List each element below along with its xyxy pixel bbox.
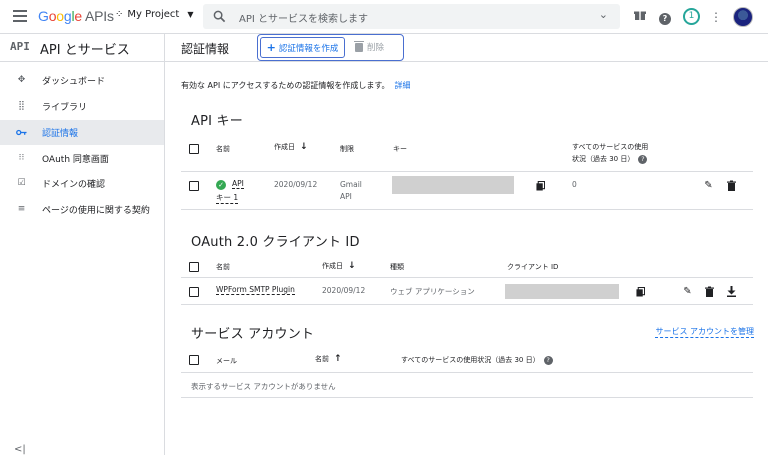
row-checkbox[interactable]	[189, 181, 199, 191]
edit-icon[interactable]: ✎	[682, 286, 693, 297]
table-row: ✓ API キー 1 2020/09/12 Gmail API 0 ✎	[181, 172, 753, 210]
more-vert-icon[interactable]: ⋮	[708, 9, 724, 25]
menu-icon[interactable]	[13, 10, 27, 22]
project-icon: ⁘	[115, 9, 124, 20]
help-icon[interactable]: ?	[543, 356, 553, 365]
manage-service-accounts-link[interactable]: サービス アカウントを管理	[655, 326, 754, 338]
service-accounts-title: サービス アカウント	[191, 327, 315, 342]
main-content: 認証情報 + 認証情報を作成 削除 有効な API にアクセスするための認証情報…	[165, 34, 768, 455]
dashboard-icon: ✥	[17, 75, 26, 85]
copy-icon[interactable]	[536, 181, 545, 191]
key-icon	[16, 127, 27, 138]
select-all-checkbox[interactable]	[189, 262, 199, 272]
oauth-client-name-link[interactable]: WPForm SMTP Plugin	[216, 285, 295, 295]
search-bar[interactable]: API とサービスを検索します ⌄	[203, 4, 620, 29]
help-icon[interactable]: ?	[657, 9, 673, 25]
api-keys-title: API キー	[191, 114, 243, 129]
sidebar-item-oauth-consent[interactable]: ⁝⁝ OAuth 同意画面	[0, 146, 164, 171]
settings-list-icon: ≡	[17, 204, 26, 214]
project-selector[interactable]: ⁘ My Project ▼	[115, 9, 194, 20]
empty-row: 表示するサービス アカウントがありません	[181, 373, 753, 398]
api-keys-header-row: 名前 作成日 ↓ 制限 キー すべてのサービスの使用 状況（過去 30 日）?	[181, 134, 753, 172]
notification-badge[interactable]: 1	[683, 8, 700, 25]
learn-more-link[interactable]: 詳細	[395, 81, 411, 90]
oauth-icon: ⁝⁝	[18, 153, 25, 163]
caret-down-icon: ▼	[187, 10, 194, 19]
service-accounts-header-row: メール 名前 ↑ すべてのサービスの使用状況（過去 30 日）?	[181, 348, 753, 373]
sidebar-header: API API とサービス	[0, 34, 165, 62]
sort-name-header[interactable]: 名前 ↑	[315, 354, 342, 364]
chevron-down-icon[interactable]: ⌄	[599, 8, 608, 21]
check-circle-icon: ✓	[216, 180, 226, 190]
avatar[interactable]	[733, 7, 753, 27]
oauth-header-row: 名前 作成日 ↓ 種類 クライアント ID	[181, 256, 753, 278]
arrow-down-icon: ↓	[348, 261, 356, 271]
top-bar: Google APIs ⁘ My Project ▼ API とサービスを検索しま…	[0, 0, 768, 34]
trash-icon	[354, 40, 364, 52]
delete-button[interactable]: 削除	[354, 40, 384, 53]
create-credentials-button[interactable]: + 認証情報を作成	[260, 37, 345, 58]
search-placeholder: API とサービスを検索します	[239, 14, 368, 25]
sidebar-item-dashboard[interactable]: ✥ ダッシュボード	[0, 68, 164, 93]
page-title: 認証情報	[181, 42, 230, 56]
library-icon: ⣿	[18, 101, 25, 111]
arrow-up-icon: ↑	[334, 354, 342, 364]
sidebar: API API とサービス ✥ ダッシュボード ⣿ ライブラリ 認証情報 ⁝⁝ …	[0, 34, 165, 455]
sidebar-item-credentials[interactable]: 認証情報	[0, 120, 164, 145]
table-row: WPForm SMTP Plugin 2020/09/12 ウェブ アプリケーシ…	[181, 278, 753, 305]
google-apis-logo[interactable]: Google APIs	[38, 8, 114, 24]
arrow-down-icon: ↓	[300, 142, 308, 152]
sidebar-item-page-usage-agreements[interactable]: ≡ ページの使用に関する契約	[0, 197, 164, 222]
domain-check-icon: ☑	[17, 178, 26, 188]
sort-created-header[interactable]: 作成日 ↓	[322, 261, 356, 271]
action-button-group: + 認証情報を作成 削除	[257, 34, 404, 61]
download-icon[interactable]	[726, 286, 737, 297]
api-key-name-link-2[interactable]: キー 1	[216, 192, 239, 204]
copy-icon[interactable]	[636, 287, 645, 297]
api-key-value-redacted	[392, 176, 514, 194]
intro-text: 有効な API にアクセスするための認証情報を作成します。 詳細	[181, 81, 411, 90]
oauth-title: OAuth 2.0 クライアント ID	[191, 235, 360, 250]
api-key-name-link[interactable]: API	[232, 179, 244, 189]
client-id-redacted	[505, 284, 619, 299]
page-header: 認証情報 + 認証情報を作成 削除	[165, 34, 768, 62]
project-name: My Project	[127, 9, 180, 20]
delete-icon[interactable]	[726, 180, 737, 191]
api-icon: API	[10, 40, 30, 53]
select-all-checkbox[interactable]	[189, 144, 199, 154]
sidebar-item-library[interactable]: ⣿ ライブラリ	[0, 94, 164, 119]
sidebar-title: API とサービス	[40, 43, 130, 58]
sidebar-item-domain-verification[interactable]: ☑ ドメインの確認	[0, 171, 164, 196]
row-checkbox[interactable]	[189, 287, 199, 297]
gift-icon[interactable]	[632, 9, 648, 25]
delete-icon[interactable]	[704, 286, 715, 297]
help-icon[interactable]: ?	[638, 155, 648, 164]
empty-message: 表示するサービス アカウントがありません	[191, 382, 336, 391]
select-all-checkbox[interactable]	[189, 355, 199, 365]
search-icon	[213, 10, 226, 23]
sort-created-header[interactable]: 作成日 ↓	[274, 142, 308, 152]
plus-icon: +	[266, 41, 276, 54]
edit-icon[interactable]: ✎	[703, 180, 714, 191]
collapse-sidebar-icon[interactable]: <|	[14, 444, 26, 455]
